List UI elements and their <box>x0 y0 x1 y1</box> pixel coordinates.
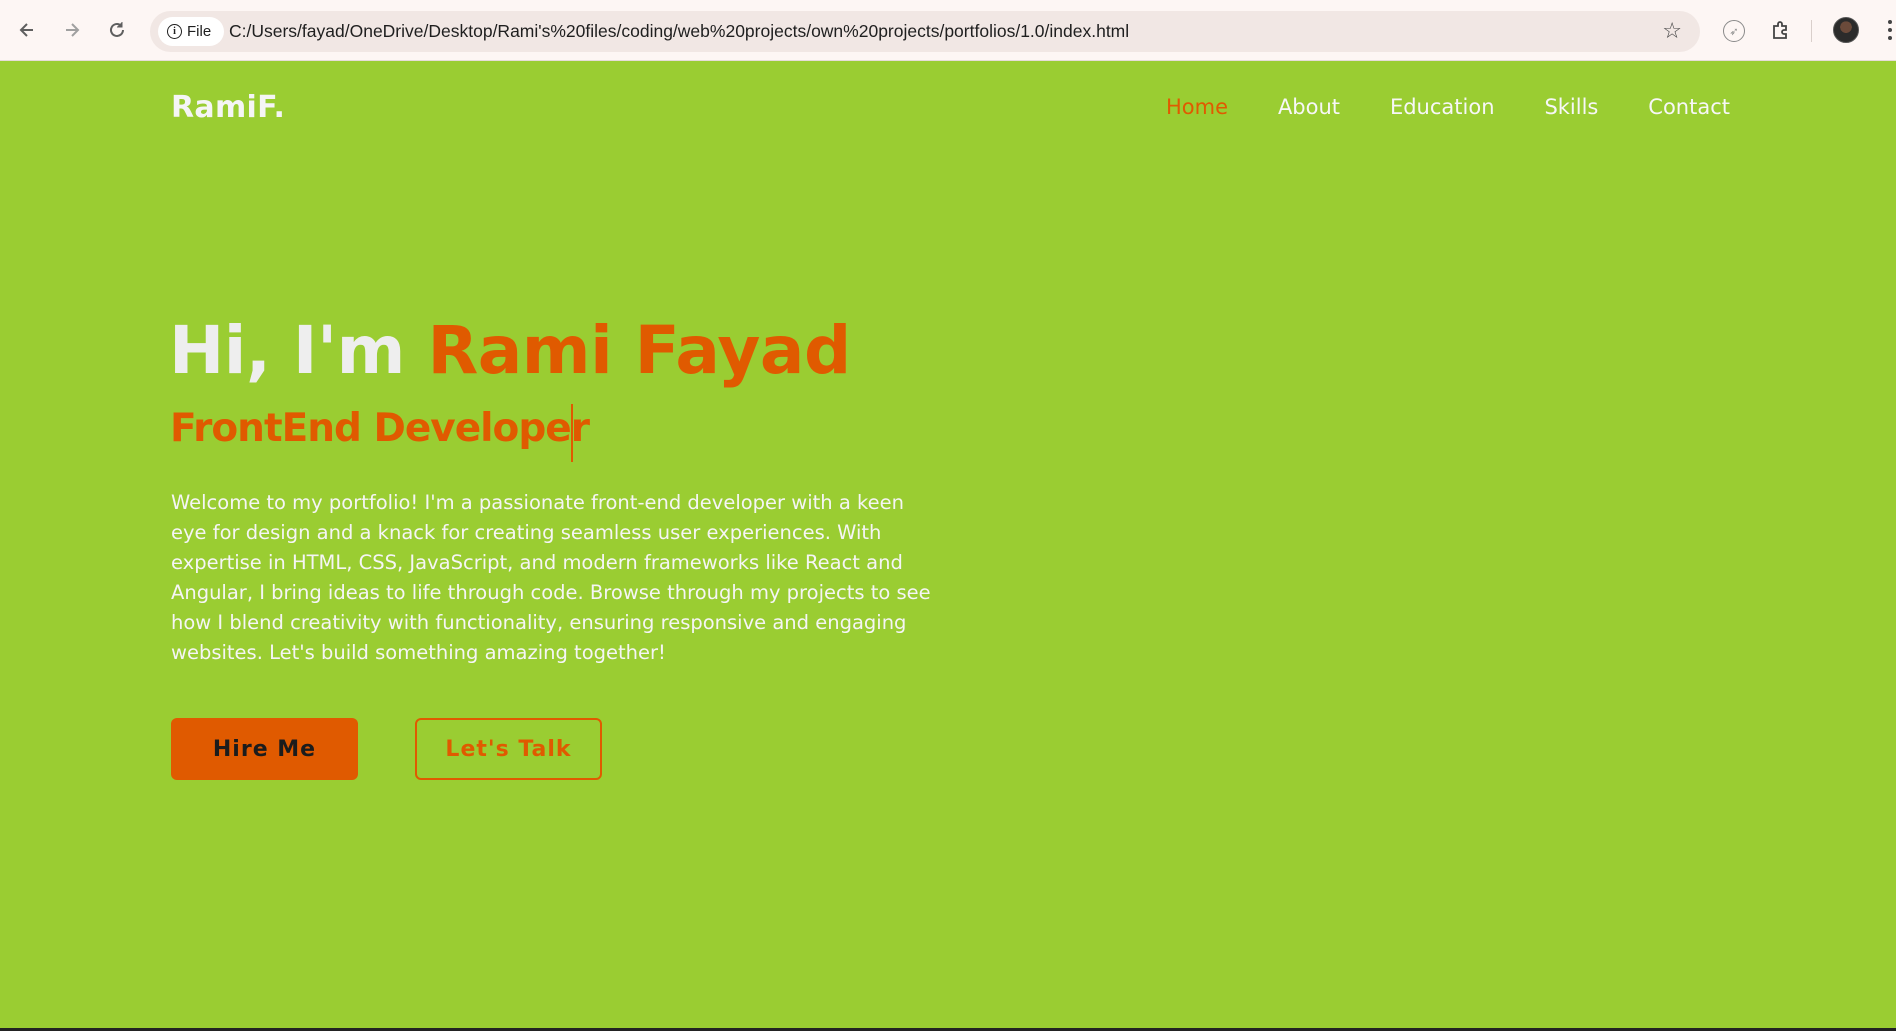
main-nav: Home About Education Skills Contact <box>1166 95 1730 119</box>
site-logo[interactable]: RamiF. <box>171 90 285 125</box>
nav-skills[interactable]: Skills <box>1544 95 1598 119</box>
browser-toolbar: i File C:/Users/fayad/OneDrive/Desktop/R… <box>0 0 1896 61</box>
reload-button[interactable] <box>103 16 131 44</box>
toolbar-divider <box>1811 20 1812 42</box>
hero-subtitle: FrontEnd Developer <box>170 406 590 451</box>
arrow-right-icon <box>66 23 80 37</box>
star-icon[interactable]: ☆ <box>1662 19 1682 44</box>
hero-name: Rami Fayad <box>427 312 851 389</box>
url-text[interactable]: C:/Users/fayad/OneDrive/Desktop/Rami's%2… <box>229 21 1129 42</box>
site-info-chip[interactable]: i File <box>158 17 224 46</box>
nav-home[interactable]: Home <box>1166 95 1228 119</box>
address-bar[interactable]: i File C:/Users/fayad/OneDrive/Desktop/R… <box>150 11 1700 52</box>
arrow-left-icon <box>19 23 33 37</box>
typing-cursor <box>571 404 573 462</box>
forward-button[interactable] <box>58 16 86 44</box>
hero-greeting: Hi, I'm <box>169 312 405 389</box>
more-vertical-icon[interactable] <box>1884 16 1896 44</box>
avatar[interactable] <box>1833 17 1859 43</box>
nav-contact[interactable]: Contact <box>1648 95 1730 119</box>
url-scheme-label: File <box>187 23 212 40</box>
hero-title: Hi, I'm Rami Fayad <box>169 318 851 384</box>
nav-about[interactable]: About <box>1278 95 1340 119</box>
info-icon: i <box>167 24 182 39</box>
hire-me-button[interactable]: Hire Me <box>171 718 358 780</box>
puzzle-icon[interactable] <box>1768 17 1794 43</box>
back-button[interactable] <box>13 16 41 44</box>
hero-intro: Welcome to my portfolio! I'm a passionat… <box>171 491 931 664</box>
nav-education[interactable]: Education <box>1390 95 1495 119</box>
reload-icon <box>110 22 124 37</box>
compass-icon[interactable]: ➶ <box>1723 20 1745 42</box>
lets-talk-button[interactable]: Let's Talk <box>415 718 602 780</box>
